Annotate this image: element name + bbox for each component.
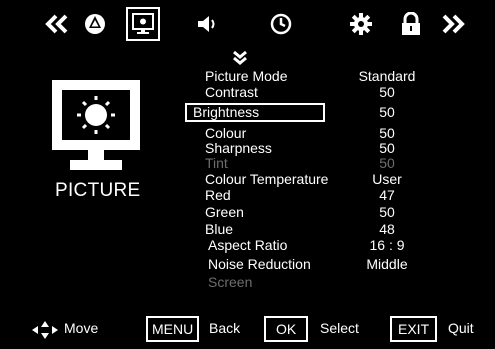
exit-key-label: Quit (448, 320, 474, 336)
settings-icon[interactable] (346, 9, 376, 39)
top-icon-bar (0, 0, 495, 50)
menu-item-value: Standard (358, 68, 416, 84)
menu-item-value: 16 : 9 (369, 237, 405, 253)
section-title: PICTURE (55, 180, 141, 201)
picture-monitor-icon (50, 78, 142, 172)
menu-item-value: 50 (379, 204, 395, 220)
footer-hints: Move MENU Back OK Select EXIT Quit (0, 312, 495, 349)
menu-item-value: 50 (379, 84, 395, 100)
lock-icon[interactable] (396, 9, 426, 39)
menu-item-value: Middle (366, 256, 408, 272)
tv-osd-screen: PICTURE Picture Mode Standard Contrast 5… (0, 0, 495, 349)
menu-item-contrast[interactable]: Contrast 50 (205, 84, 445, 101)
menu-item-label: Contrast (205, 84, 258, 100)
menu-item-label: Aspect Ratio (208, 237, 288, 253)
menu-item-label: Screen (208, 274, 253, 290)
menu-item-label: Colour Temperature (205, 171, 329, 187)
ok-key-label: Select (320, 320, 359, 336)
exit-key-button[interactable]: EXIT (390, 316, 438, 342)
menu-item-brightness[interactable]: Brightness 50 (193, 104, 445, 121)
sound-icon[interactable] (194, 9, 224, 39)
menu-key-label: Back (209, 320, 241, 336)
menu-item-tint: Tint 50 (205, 155, 445, 172)
menu-item-label: Green (205, 204, 244, 220)
chevron-right-double-icon[interactable] (438, 9, 468, 39)
menu-item-label: Picture Mode (205, 68, 288, 84)
menu-item-value: 50 (379, 155, 395, 171)
menu-item-colour-temperature[interactable]: Colour Temperature User (205, 171, 445, 188)
menu-item-label: Red (205, 187, 231, 203)
menu-key-button[interactable]: MENU (146, 316, 200, 342)
move-label: Move (64, 320, 99, 336)
menu-item-value: 47 (379, 187, 395, 203)
menu-item-value: User (372, 171, 402, 187)
picture-icon[interactable] (126, 7, 160, 41)
menu-item-blue[interactable]: Blue 48 (205, 221, 445, 238)
menu-item-label: Brightness (193, 104, 260, 120)
channel-icon[interactable] (80, 9, 110, 39)
chevron-left-double-icon[interactable] (42, 9, 72, 39)
menu-item-value: 48 (379, 221, 395, 237)
menu-item-picture-mode[interactable]: Picture Mode Standard (205, 68, 445, 85)
menu-item-screen: Screen (205, 274, 445, 291)
move-arrows-icon (30, 320, 60, 345)
clock-icon[interactable] (266, 9, 296, 39)
menu-item-red[interactable]: Red 47 (205, 187, 445, 204)
menu-item-label: Blue (205, 221, 234, 237)
menu-item-value: 50 (379, 104, 395, 120)
menu-item-green[interactable]: Green 50 (205, 204, 445, 221)
menu-item-label: Noise Reduction (208, 256, 311, 272)
menu-item-aspect-ratio[interactable]: Aspect Ratio 16 : 9 (205, 237, 445, 254)
menu-item-label: Tint (205, 155, 228, 171)
ok-key-button[interactable]: OK (264, 316, 309, 342)
menu-item-noise-reduction[interactable]: Noise Reduction Middle (205, 256, 445, 273)
